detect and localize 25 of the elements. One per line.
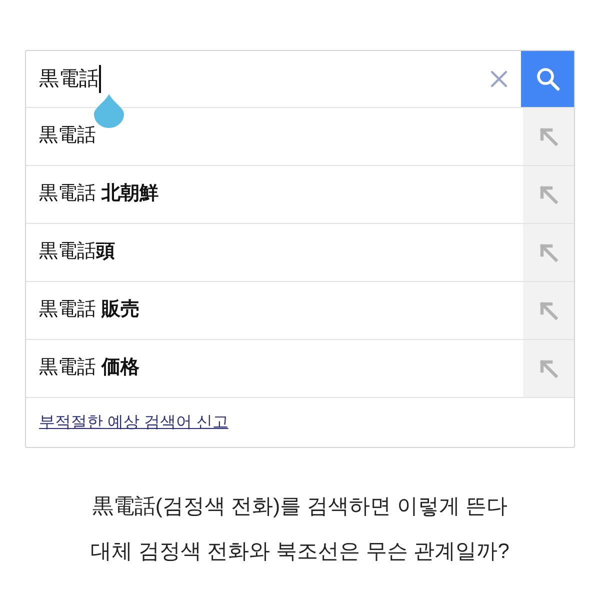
fill-query-button[interactable] [523, 282, 574, 339]
search-query: 黒電話 [39, 69, 99, 89]
close-icon [491, 71, 507, 87]
up-left-arrow-icon [540, 302, 558, 320]
up-left-arrow-icon [540, 244, 558, 262]
fill-query-button[interactable] [523, 166, 574, 223]
suggestion-text[interactable]: 黒電話 価格 [39, 354, 140, 383]
up-left-arrow-icon [540, 360, 558, 378]
up-left-arrow-icon [540, 186, 558, 204]
fill-query-button[interactable] [523, 224, 574, 281]
caption-text: 대체 검정색 전화와 북조선은 무슨 관계일까? [90, 539, 510, 565]
search-button[interactable] [521, 51, 574, 107]
report-link[interactable]: 부적절한 예상 검색어 신고 [39, 410, 228, 434]
text-cursor-icon [99, 65, 100, 93]
suggestion-text[interactable]: 黒電話 北朝鮮 [39, 180, 158, 209]
caption-text: 黒電話(검정색 전화)를 검색하면 이렇게 뜬다 [92, 494, 508, 520]
suggestion-text[interactable]: 黒電話 販売 [39, 296, 140, 325]
suggestion-text[interactable]: 黒電話 [39, 122, 96, 151]
fill-query-button[interactable] [523, 108, 574, 165]
search-field[interactable]: 黒電話 [26, 51, 477, 107]
fill-query-button[interactable] [523, 340, 574, 397]
up-left-arrow-icon [540, 128, 558, 146]
suggestion-text[interactable]: 黒電話頭 [39, 238, 115, 267]
search-icon [536, 67, 560, 91]
cursor-handle-icon [94, 94, 124, 128]
